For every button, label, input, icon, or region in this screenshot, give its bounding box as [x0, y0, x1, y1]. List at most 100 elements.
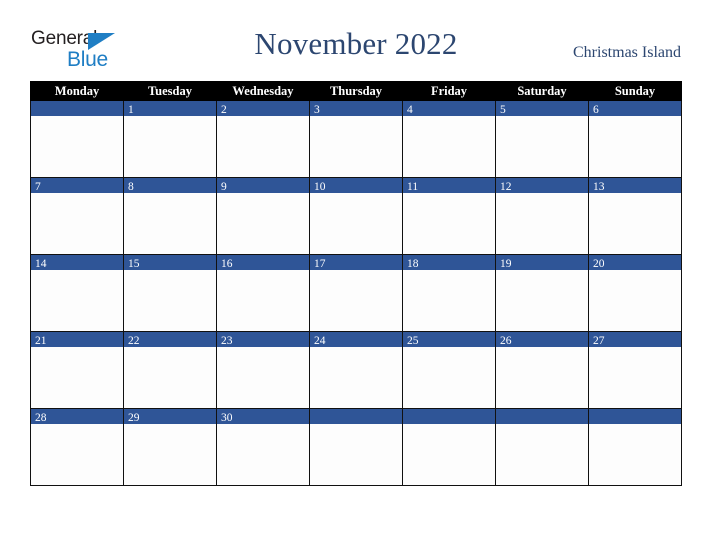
day-number: 2 — [221, 104, 227, 116]
calendar-day-cell[interactable]: 24 — [309, 331, 403, 409]
day-number: 13 — [593, 181, 605, 193]
day-events-area[interactable] — [589, 116, 681, 177]
calendar-day-cell[interactable]: 20 — [588, 254, 682, 332]
day-events-area[interactable] — [403, 116, 495, 177]
calendar-day-cell[interactable]: 12 — [495, 177, 589, 255]
day-number: 6 — [593, 104, 599, 116]
day-events-area[interactable] — [496, 347, 588, 408]
calendar-day-cell[interactable]: 10 — [309, 177, 403, 255]
day-events-area[interactable] — [496, 116, 588, 177]
calendar-day-cell[interactable]: 29 — [123, 408, 217, 486]
day-number-bar: 4 — [403, 101, 495, 116]
day-number: 15 — [128, 258, 140, 270]
calendar-day-cell[interactable]: 21 — [30, 331, 124, 409]
calendar-day-cell[interactable]: 3 — [309, 100, 403, 178]
day-events-area[interactable] — [310, 424, 402, 485]
page-header: General Blue November 2022 Christmas Isl… — [0, 0, 712, 80]
day-events-area[interactable] — [310, 270, 402, 331]
day-number: 5 — [500, 104, 506, 116]
day-events-area[interactable] — [124, 270, 216, 331]
calendar-day-cell[interactable]: 4 — [402, 100, 496, 178]
day-number-bar: 8 — [124, 178, 216, 193]
day-events-area[interactable] — [124, 347, 216, 408]
calendar-day-cell[interactable]: 1 — [123, 100, 217, 178]
calendar-day-cell[interactable] — [495, 408, 589, 486]
day-number: 1 — [128, 104, 134, 116]
calendar-day-cell[interactable]: 5 — [495, 100, 589, 178]
day-number: 21 — [35, 335, 47, 347]
day-events-area[interactable] — [124, 193, 216, 254]
day-events-area[interactable] — [217, 424, 309, 485]
day-events-area[interactable] — [217, 347, 309, 408]
day-events-area[interactable] — [496, 193, 588, 254]
day-number: 16 — [221, 258, 233, 270]
location-label: Christmas Island — [573, 44, 681, 61]
day-events-area[interactable] — [31, 424, 123, 485]
calendar-day-cell[interactable]: 30 — [216, 408, 310, 486]
calendar-day-cell[interactable]: 14 — [30, 254, 124, 332]
calendar-day-cell[interactable]: 27 — [588, 331, 682, 409]
calendar-day-cell[interactable]: 22 — [123, 331, 217, 409]
weekday-header-sunday: Sunday — [588, 81, 682, 101]
calendar-day-cell[interactable]: 13 — [588, 177, 682, 255]
day-events-area[interactable] — [217, 193, 309, 254]
calendar-week-row: 1 2 3 4 5 6 — [30, 100, 682, 178]
calendar-day-cell[interactable]: 9 — [216, 177, 310, 255]
day-number-bar — [31, 101, 123, 116]
day-number-bar — [310, 409, 402, 424]
calendar-day-cell[interactable]: 25 — [402, 331, 496, 409]
calendar-day-cell[interactable]: 28 — [30, 408, 124, 486]
day-events-area[interactable] — [217, 270, 309, 331]
day-number-bar: 27 — [589, 332, 681, 347]
day-number: 4 — [407, 104, 413, 116]
calendar-day-cell[interactable] — [309, 408, 403, 486]
calendar-body: 1 2 3 4 5 6 7 8 9 10 11 12 13 14 15 16 1… — [30, 100, 682, 486]
day-events-area[interactable] — [589, 424, 681, 485]
day-events-area[interactable] — [31, 116, 123, 177]
day-events-area[interactable] — [310, 347, 402, 408]
calendar-day-cell[interactable]: 15 — [123, 254, 217, 332]
day-events-area[interactable] — [403, 347, 495, 408]
calendar-day-cell[interactable]: 6 — [588, 100, 682, 178]
day-events-area[interactable] — [31, 193, 123, 254]
calendar-day-cell[interactable]: 7 — [30, 177, 124, 255]
day-number-bar: 12 — [496, 178, 588, 193]
calendar-day-cell[interactable]: 8 — [123, 177, 217, 255]
calendar-day-cell[interactable]: 16 — [216, 254, 310, 332]
calendar-day-cell[interactable]: 23 — [216, 331, 310, 409]
day-events-area[interactable] — [403, 424, 495, 485]
day-events-area[interactable] — [403, 193, 495, 254]
day-events-area[interactable] — [217, 116, 309, 177]
calendar-page: General Blue November 2022 Christmas Isl… — [0, 0, 712, 550]
day-events-area[interactable] — [310, 193, 402, 254]
day-events-area[interactable] — [403, 270, 495, 331]
day-events-area[interactable] — [589, 347, 681, 408]
day-number-bar: 20 — [589, 255, 681, 270]
day-events-area[interactable] — [496, 424, 588, 485]
day-events-area[interactable] — [589, 270, 681, 331]
calendar-day-cell[interactable]: 19 — [495, 254, 589, 332]
calendar-day-cell[interactable]: 18 — [402, 254, 496, 332]
calendar-day-cell[interactable]: 2 — [216, 100, 310, 178]
day-events-area[interactable] — [31, 270, 123, 331]
calendar-header-row: Monday Tuesday Wednesday Thursday Friday… — [30, 81, 682, 101]
day-number-bar: 2 — [217, 101, 309, 116]
day-number-bar: 23 — [217, 332, 309, 347]
calendar-day-cell[interactable]: 11 — [402, 177, 496, 255]
calendar-week-row: 28 29 30 — [30, 408, 682, 486]
day-events-area[interactable] — [310, 116, 402, 177]
day-events-area[interactable] — [124, 424, 216, 485]
calendar-day-cell[interactable]: 26 — [495, 331, 589, 409]
day-number-bar — [403, 409, 495, 424]
calendar-day-cell[interactable] — [30, 100, 124, 178]
calendar-day-cell[interactable] — [402, 408, 496, 486]
day-events-area[interactable] — [589, 193, 681, 254]
weekday-header-friday: Friday — [402, 81, 496, 101]
calendar-day-cell[interactable]: 17 — [309, 254, 403, 332]
day-events-area[interactable] — [496, 270, 588, 331]
day-number: 29 — [128, 412, 140, 424]
day-events-area[interactable] — [124, 116, 216, 177]
day-number: 8 — [128, 181, 134, 193]
day-events-area[interactable] — [31, 347, 123, 408]
calendar-day-cell[interactable] — [588, 408, 682, 486]
